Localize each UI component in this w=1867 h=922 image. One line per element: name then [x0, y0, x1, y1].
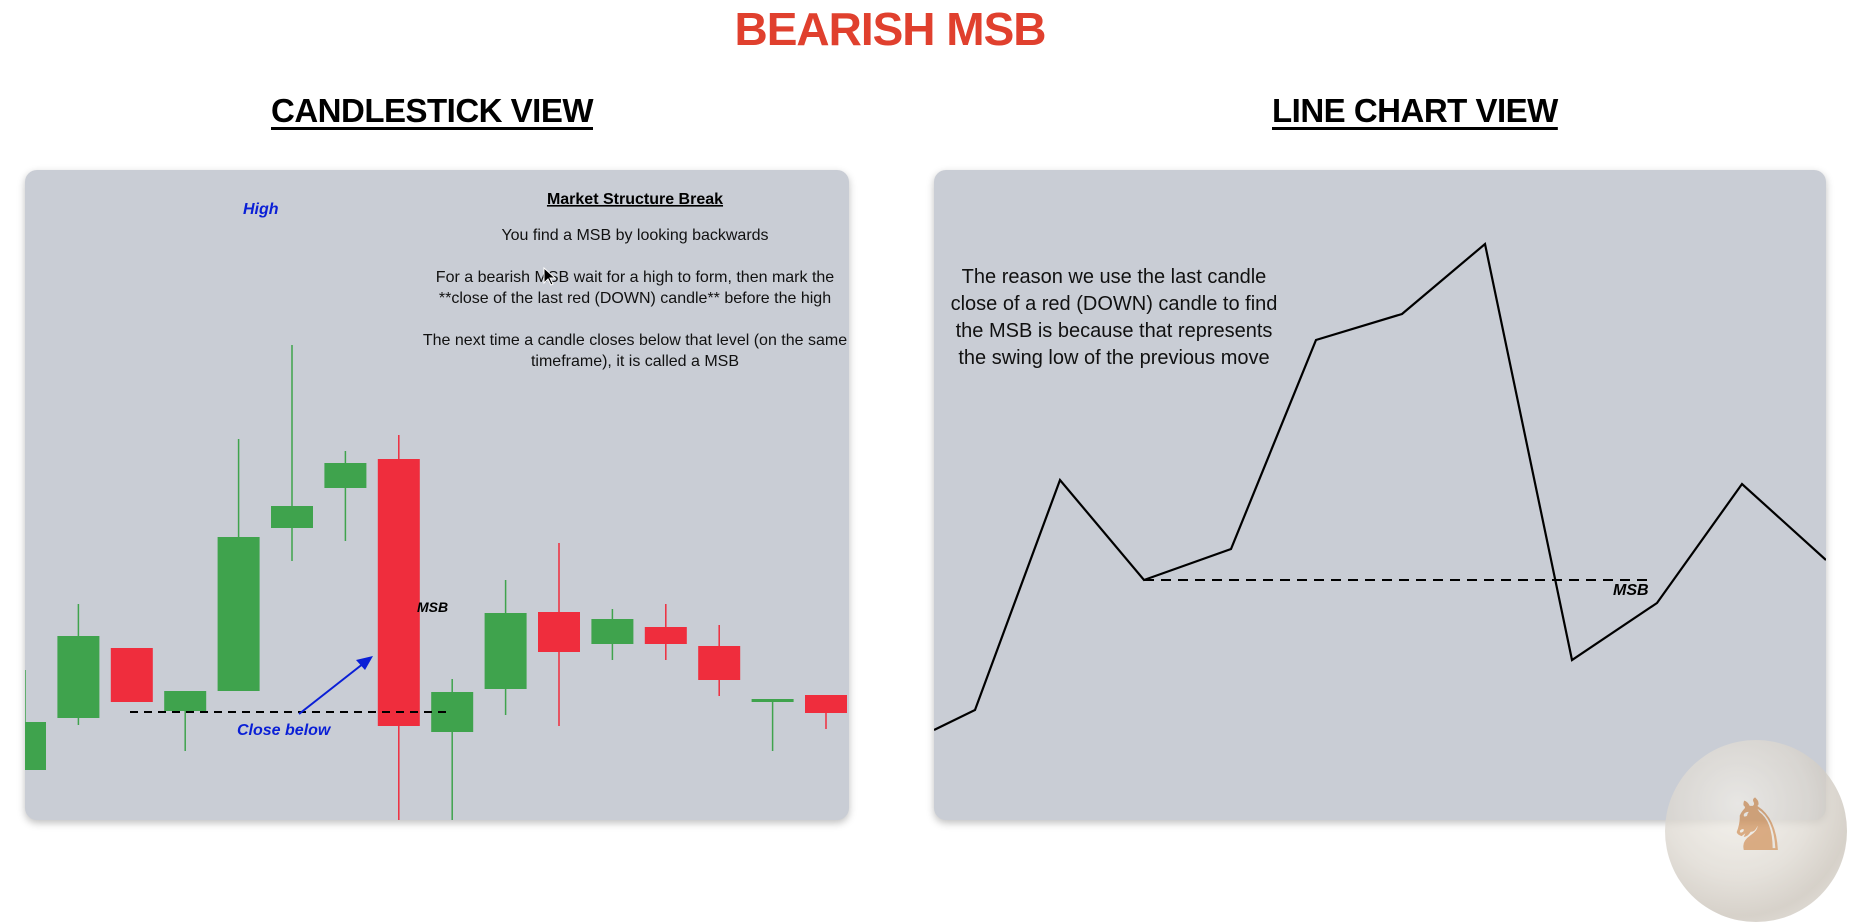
note-line-2: close of a red (DOWN) candle to find	[951, 293, 1278, 315]
info-line-3: **close of the last red (DOWN) candle** …	[439, 290, 831, 307]
info-line-4: The next time a candle closes below that…	[423, 332, 847, 349]
info-line-1: You find a MSB by looking backwards	[501, 227, 768, 244]
logo-watermark: ♞	[1665, 740, 1847, 922]
bearish-candle	[110, 648, 153, 702]
bearish-candle	[538, 612, 580, 652]
bullish-candle	[484, 613, 527, 689]
bullish-candle	[25, 722, 46, 770]
bearish-candle	[644, 627, 687, 644]
close-below-arrow	[298, 656, 373, 715]
msb-label: MSB	[417, 599, 448, 615]
high-label: High	[243, 201, 279, 218]
msb-label: MSB	[1613, 582, 1649, 599]
candlestick-chart: MSB High Close below Market Structure Br…	[25, 191, 847, 820]
bullish-candle	[324, 463, 367, 488]
bullish-candle	[164, 691, 207, 711]
candlestick-view-heading: CANDLESTICK VIEW	[271, 92, 594, 129]
line-chart-view-heading: LINE CHART VIEW	[1272, 92, 1558, 129]
line-chart-panel: MSB The reason we use the last candle cl…	[934, 170, 1826, 820]
candlestick-panel: MSB High Close below Market Structure Br…	[25, 170, 849, 820]
bullish-candle	[431, 692, 474, 732]
note-line-3: the MSB is because that represents	[956, 320, 1273, 342]
price-line	[934, 241, 1826, 731]
bullish-candle	[271, 506, 313, 528]
info-line-2: For a bearish MSB wait for a high to for…	[436, 269, 834, 286]
note-line-1: The reason we use the last candle	[962, 266, 1267, 288]
bullish-candle	[217, 537, 260, 691]
bearish-candle	[698, 646, 741, 680]
bullish-candle	[591, 619, 634, 644]
info-title: Market Structure Break	[547, 191, 723, 208]
bearish-candle	[805, 695, 847, 713]
bearish-candle	[377, 459, 420, 726]
info-line-5: timeframe), it is called a MSB	[531, 353, 739, 370]
close-below-label: Close below	[237, 722, 332, 739]
note-line-4: the swing low of the previous move	[958, 347, 1269, 369]
line-chart: MSB The reason we use the last candle cl…	[934, 241, 1826, 731]
bullish-candle	[57, 636, 100, 718]
chess-knight-icon: ♞	[1725, 783, 1790, 867]
page-title: BEARISH MSB	[734, 3, 1046, 55]
bullish-candle	[751, 699, 794, 702]
